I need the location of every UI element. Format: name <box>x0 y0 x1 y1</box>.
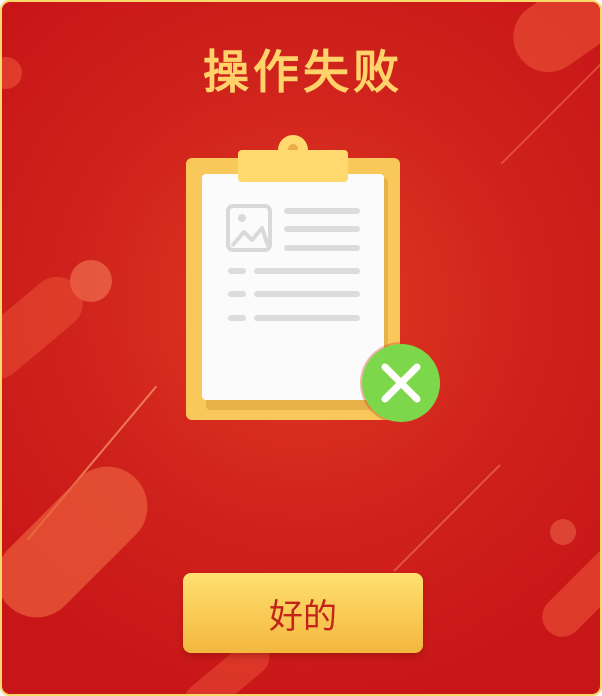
close-icon <box>362 344 440 422</box>
decor-line-center-bottom <box>393 464 501 572</box>
error-dialog: 操作失败 好的 <box>0 0 602 696</box>
dialog-title: 操作失败 <box>203 45 403 99</box>
decor-pill-right-bottom <box>533 538 600 646</box>
decor-circle-right-bottom <box>550 519 576 545</box>
confirm-button[interactable]: 好的 <box>183 573 423 653</box>
decor-pill-bottom-left <box>2 450 164 634</box>
